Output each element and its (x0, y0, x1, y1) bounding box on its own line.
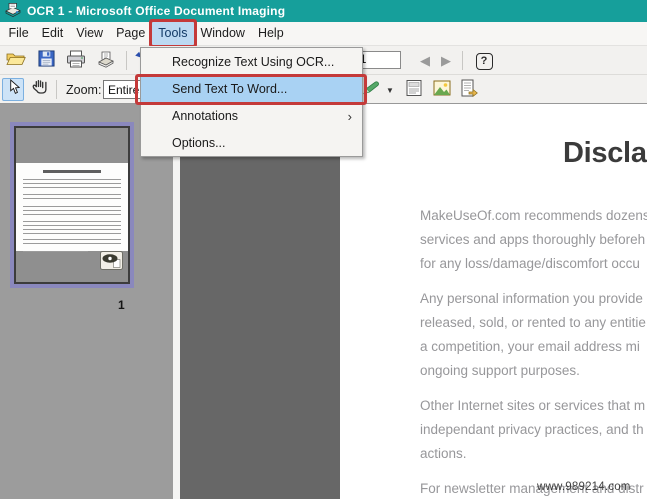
document-line: ongoing support purposes. (420, 363, 580, 378)
document-line: a competition, your email address mi (420, 339, 640, 354)
send-to-word-icon (460, 79, 478, 102)
next-page-icon: ▶ (441, 53, 451, 68)
menu-item-label: Annotations (172, 109, 239, 123)
document-line: released, sold, or rented to any entitie (420, 315, 646, 330)
document-line: services and apps thoroughly beforeh (420, 232, 646, 247)
menu-page[interactable]: Page (110, 22, 152, 45)
next-page-button[interactable]: ▶ (437, 50, 455, 72)
thumbnail-page-number: 1 (118, 298, 125, 312)
print-button[interactable] (64, 50, 88, 72)
help-icon: ? (475, 52, 493, 70)
submenu-arrow-icon: › (347, 109, 352, 124)
send-text-to-word-button[interactable] (457, 79, 481, 101)
open-folder-icon (6, 50, 26, 72)
open-button[interactable] (4, 50, 28, 72)
tools-dropdown-menu: Recognize Text Using OCR... Send Text To… (135, 47, 367, 157)
document-line: MakeUseOf.com recommends dozens (420, 208, 647, 223)
previous-page-icon: ◀ (420, 53, 430, 68)
annotation-pen-button[interactable] (360, 79, 384, 101)
reading-view-icon (405, 79, 423, 102)
pen-dropdown-button[interactable]: ▼ (383, 79, 397, 101)
document-line: actions. (420, 446, 467, 461)
menu-tools[interactable]: Tools (151, 22, 194, 45)
document-line: Other Internet sites or services that m (420, 398, 646, 413)
app-icon (5, 2, 21, 20)
document-paragraph: MakeUseOf.com recommends dozens services… (420, 204, 647, 276)
previous-page-button[interactable]: ◀ (416, 50, 434, 72)
page-thumbnail[interactable] (10, 122, 134, 288)
toolbar-separator (56, 80, 57, 99)
menu-item-send-text-to-word[interactable]: Send Text To Word... (135, 74, 367, 105)
picture-view-button[interactable] (430, 79, 454, 101)
watermark-text: www.989214.com (537, 481, 631, 493)
save-icon (37, 50, 55, 72)
thumbnail-page-preview (14, 126, 130, 284)
highlighter-pen-icon (362, 80, 382, 100)
toolbar-separator (126, 51, 127, 70)
picture-icon (433, 80, 451, 101)
document-line: for any loss/damage/discomfort occu (420, 256, 640, 271)
scan-icon (96, 50, 116, 73)
document-viewer-background (180, 104, 340, 499)
panel-splitter[interactable] (173, 104, 180, 499)
zoom-label: Zoom: (66, 83, 102, 97)
document-paragraph: Any personal information you provide rel… (420, 287, 647, 383)
app-window: OCR 1 - Microsoft Office Document Imagin… (0, 0, 647, 499)
help-button[interactable]: ? (472, 50, 496, 72)
menu-bar: File Edit View Page Tools Window Help (0, 22, 647, 46)
title-bar: OCR 1 - Microsoft Office Document Imagin… (0, 0, 647, 22)
menu-item-annotations[interactable]: Annotations › (141, 103, 362, 130)
menu-item-label: Recognize Text Using OCR... (172, 55, 335, 69)
pan-tool-button[interactable] (27, 78, 51, 100)
document-paragraph: Other Internet sites or services that m … (420, 394, 647, 466)
printer-icon (66, 50, 86, 73)
menu-item-label: Send Text To Word... (172, 82, 288, 96)
menu-view[interactable]: View (70, 22, 110, 45)
scan-button[interactable] (94, 50, 118, 72)
select-cursor-icon (7, 79, 20, 100)
menu-window[interactable]: Window (194, 22, 251, 45)
menu-file[interactable]: File (2, 22, 35, 45)
reading-view-button[interactable] (402, 79, 426, 101)
menu-edit[interactable]: Edit (35, 22, 70, 45)
thumbnail-panel: 1 (0, 104, 173, 499)
menu-item-label: Options... (172, 136, 226, 150)
document-line: independant privacy practices, and th (420, 422, 644, 437)
thumbnail-document-body (16, 163, 128, 255)
document-title: Discla (563, 137, 647, 169)
menu-help[interactable]: Help (251, 22, 290, 45)
menu-item-recognize-text-ocr[interactable]: Recognize Text Using OCR... (141, 49, 362, 76)
document-body-text: MakeUseOf.com recommends dozens services… (420, 204, 647, 499)
menu-item-options[interactable]: Options... (141, 130, 362, 157)
chevron-down-icon: ▼ (386, 85, 394, 95)
hand-icon (31, 78, 48, 100)
save-button[interactable] (34, 50, 58, 72)
ocr-eye-icon (100, 251, 123, 275)
select-tool-button[interactable] (2, 78, 24, 101)
document-page: Discla MakeUseOf.com recommends dozens s… (340, 104, 647, 499)
window-title: OCR 1 - Microsoft Office Document Imagin… (27, 4, 286, 18)
document-line: Any personal information you provide (420, 291, 643, 306)
toolbar-separator (462, 51, 463, 70)
